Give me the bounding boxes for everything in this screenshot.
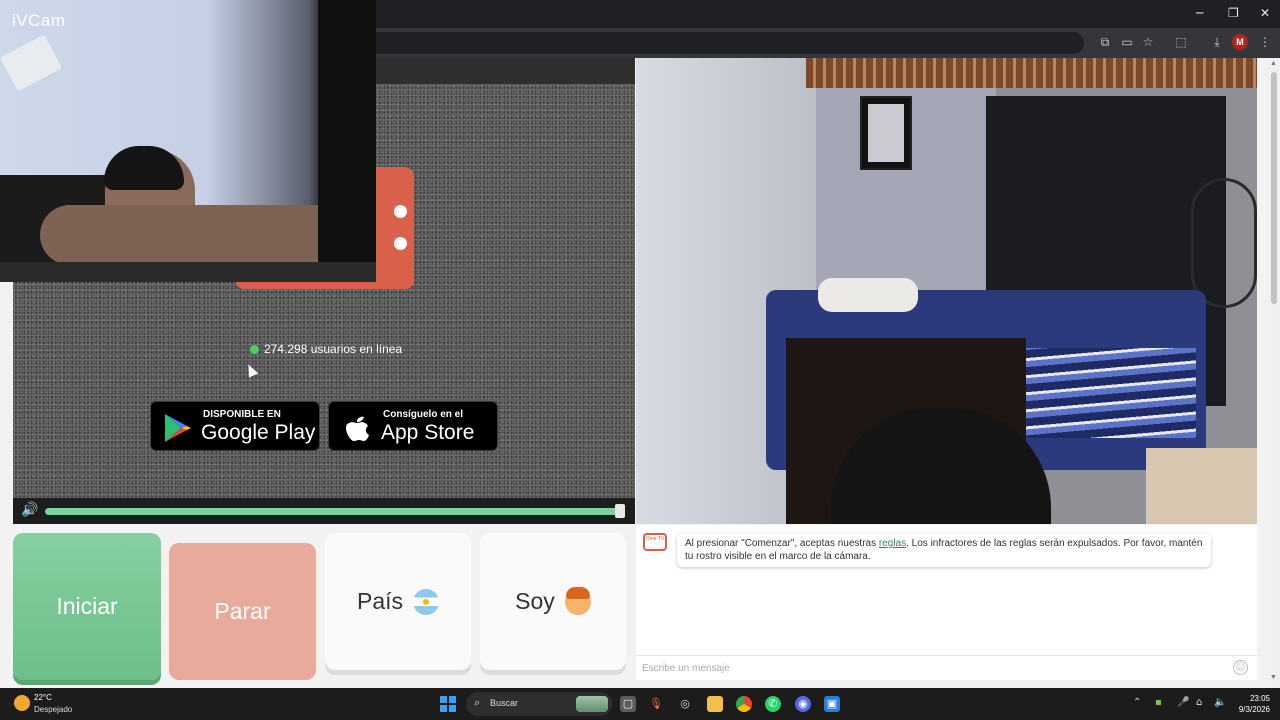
scroll-up-icon[interactable]: ▲ [1270, 60, 1277, 67]
country-label: País [356, 588, 404, 614]
clock-time: 23:05 [1249, 694, 1270, 703]
fan [1191, 178, 1257, 308]
google-play-big: Google Play [201, 421, 316, 444]
translate-icon[interactable]: ⧉ [1098, 35, 1112, 49]
app-icon[interactable]: ▣ [824, 696, 840, 712]
close-icon[interactable]: ✕ [1260, 6, 1270, 20]
browser-toolbar: ⧉ ▭ ☆ ⬚ ⤓ M ⋮ [376, 28, 1280, 58]
wall-picture [860, 96, 912, 170]
volume-icon[interactable]: 🔈 [1214, 697, 1226, 708]
windows-start-icon[interactable] [440, 696, 456, 712]
tray-overflow-icon[interactable]: ⌃ [1133, 697, 1141, 708]
address-bar[interactable] [376, 32, 1084, 54]
download-icon[interactable]: ⤓ [1210, 35, 1224, 49]
weather-temp: 22°C [34, 693, 52, 702]
taskbar-clock[interactable]: 23:05 9/3/2026 [1232, 693, 1270, 715]
search-icon: ⌕ [474, 696, 481, 709]
app-store-badge[interactable]: Consíguelo en el App Store [328, 401, 498, 451]
start-label: Iniciar [56, 593, 118, 619]
google-play-badge[interactable]: DISPONIBLE EN Google Play [150, 401, 320, 451]
google-play-small: DISPONIBLE EN [203, 409, 281, 420]
windows-taskbar: 22°C Despejado ⌕ Buscar ▢ 🎙 ◎ ✆ ◉ ▣ ⌃ ▪ … [0, 688, 1280, 720]
argentina-flag-icon [413, 588, 440, 615]
boy-emoji-icon [564, 586, 591, 615]
whatsapp-icon[interactable]: ✆ [765, 696, 781, 712]
browser-titlebar: ─ ❐ ✕ [376, 0, 1280, 28]
search-highlight-image [576, 696, 608, 712]
google-play-icon [165, 414, 191, 442]
start-button[interactable]: Iniciar [13, 533, 161, 680]
stop-button[interactable]: Parar [169, 543, 316, 680]
task-view-icon[interactable]: ▢ [620, 696, 636, 712]
microphone-icon[interactable]: 🎙 [648, 696, 664, 712]
speaker-icon[interactable]: 🔊 [21, 502, 38, 518]
clock-date: 9/3/2026 [1238, 705, 1270, 714]
search-label: Buscar [490, 698, 519, 708]
page-scrollbar[interactable]: ▲ ▼ [1268, 58, 1280, 688]
stop-label: Parar [214, 598, 271, 624]
ivcam-brand: iVCam [12, 11, 66, 30]
soy-label: Soy [515, 588, 555, 614]
network-icon[interactable]: ⌂ [1196, 697, 1202, 708]
discord-icon[interactable]: ◉ [795, 696, 811, 712]
ometv-chat-logo-icon: Ome TV [643, 533, 667, 551]
chat-message-input[interactable] [642, 660, 1202, 676]
cast-icon[interactable]: ▭ [1120, 35, 1134, 49]
remote-video-panel [636, 58, 1257, 524]
system-message: Al presionar "Comenzar", aceptas nuestra… [677, 533, 1211, 567]
online-dot-icon [250, 345, 259, 354]
bookmark-star-icon[interactable]: ☆ [1141, 35, 1155, 49]
taskbar-search[interactable]: ⌕ Buscar [466, 692, 612, 716]
ometv-logo [376, 167, 414, 289]
chrome-icon[interactable] [736, 696, 752, 712]
volume-slider-handle[interactable] [615, 504, 625, 518]
folder-icon[interactable] [707, 696, 723, 712]
menu-kebab-icon[interactable]: ⋮ [1258, 35, 1272, 49]
weather-icon[interactable] [14, 695, 30, 711]
volume-bar: 🔊 [13, 498, 635, 524]
emoji-icon[interactable]: ☺ [1233, 660, 1248, 675]
volume-slider[interactable] [45, 508, 623, 515]
video-top-strip [376, 58, 635, 84]
gender-button[interactable]: Soy [480, 533, 626, 670]
minimize-icon[interactable]: ─ [1196, 6, 1203, 20]
profile-avatar[interactable]: M [1232, 34, 1248, 50]
app-store-big: App Store [381, 421, 475, 444]
recording-icon[interactable]: ◎ [677, 696, 693, 712]
message-text-before: Al presionar "Comenzar", aceptas nuestra… [685, 538, 879, 549]
tray-mic-icon[interactable]: 🎤 [1177, 697, 1189, 708]
country-button[interactable]: País [325, 533, 471, 670]
nvidia-icon[interactable]: ▪ [1155, 697, 1162, 708]
apple-icon [346, 416, 369, 441]
online-counter: 274.298 usuarios en línea [250, 342, 402, 356]
scrollbar-thumb[interactable] [1271, 72, 1277, 304]
chat-panel: Ome TV Al presionar "Comenzar", aceptas … [636, 525, 1257, 680]
ivcam-preview-window: iVCam [0, 0, 376, 282]
chat-input-bar: ☺ [636, 655, 1257, 680]
online-text: 274.298 usuarios en línea [264, 342, 403, 356]
scroll-down-icon[interactable]: ▼ [1270, 674, 1277, 681]
maximize-icon[interactable]: ❐ [1228, 6, 1239, 20]
app-store-small: Consíguelo en el [383, 409, 464, 420]
weather-desc: Despejado [34, 705, 73, 714]
extensions-icon[interactable]: ⬚ [1174, 35, 1188, 49]
rules-link[interactable]: reglas [879, 538, 906, 549]
